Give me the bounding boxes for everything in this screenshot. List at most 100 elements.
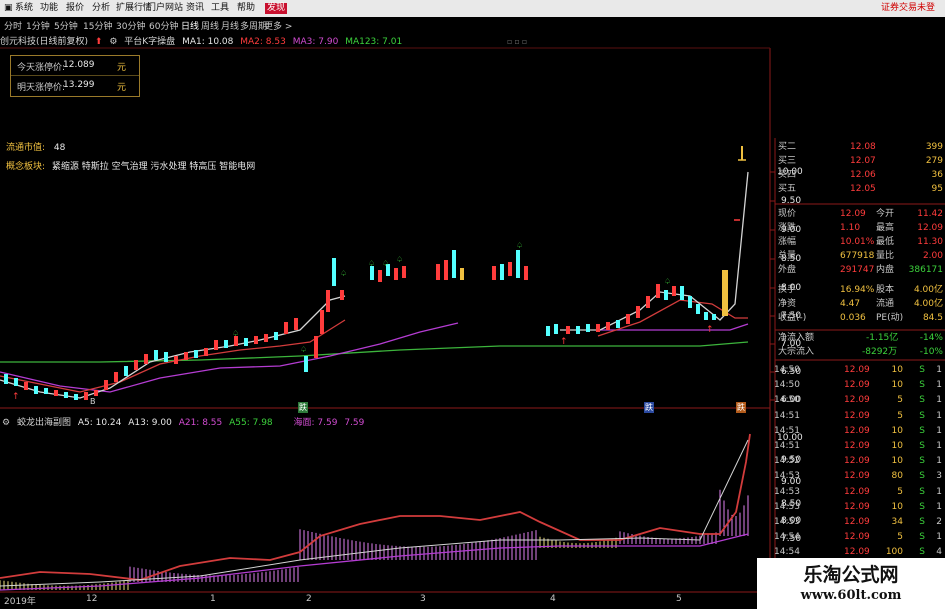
candle	[154, 350, 158, 360]
stat-row: 外盘 291747 内盘 386171	[770, 264, 945, 276]
tick-volume: 34	[891, 517, 903, 527]
candle	[332, 258, 336, 286]
tick-count: 1	[936, 410, 942, 421]
indicator-title[interactable]: 蛟龙出海副图	[17, 418, 71, 428]
candle-limit-up	[722, 270, 728, 316]
date-axis-label: 12	[86, 594, 98, 604]
gear-icon[interactable]: ⚙	[2, 418, 10, 428]
spade-icon: ♤	[664, 277, 671, 286]
event-mark[interactable]: 跌	[298, 402, 308, 413]
spade-icon: ♤	[382, 259, 389, 268]
stat-label: 外盘	[778, 265, 797, 275]
stat-label: 最低	[876, 237, 895, 247]
stat-row: 总量 677918 量比 2.00	[770, 250, 945, 262]
tick-price: 12.09	[844, 501, 870, 512]
tick-count: 1	[936, 425, 942, 436]
tick-volume: 5	[897, 532, 903, 543]
bid-level-label: 买三	[778, 156, 797, 166]
candle	[244, 338, 248, 346]
stat-label: 股本	[876, 285, 895, 295]
candle	[636, 306, 640, 318]
tick-count: 4	[936, 547, 942, 558]
stat-label: 净资	[778, 299, 797, 309]
candle	[320, 310, 324, 334]
candle	[194, 350, 198, 358]
candle	[44, 388, 48, 394]
stat-value: 12.09	[840, 209, 866, 219]
tick-volume: 10	[891, 365, 903, 375]
date-axis-label: 4	[550, 594, 556, 604]
stat-label: 涨幅	[778, 237, 797, 247]
tick-count: 1	[936, 365, 942, 375]
ma-purple-line	[0, 322, 459, 393]
stat-label: 换手	[778, 285, 797, 295]
tick-row: 14:50 12.09 10 S 1	[770, 379, 945, 391]
candle	[164, 352, 168, 362]
sub-white-line	[0, 439, 749, 587]
stat-row: 净资 4.47 流通 4.00亿	[770, 298, 945, 310]
stat-label: 今开	[876, 209, 895, 219]
tick-time: 14:50	[774, 395, 800, 406]
event-mark[interactable]: 跌	[736, 402, 746, 413]
tick-time: 14:51	[774, 441, 800, 451]
bid-level-price: 12.06	[850, 170, 876, 180]
candle	[492, 266, 496, 280]
spade-icon: ♤	[300, 345, 307, 354]
tick-price: 12.09	[844, 517, 870, 527]
candle	[712, 314, 716, 320]
candle	[516, 250, 520, 278]
candle	[626, 314, 630, 324]
stat-value: 4.00亿	[913, 299, 943, 309]
tick-volume: 10	[891, 456, 903, 467]
tick-side: S	[919, 425, 925, 436]
sea-level-label: 海面: 7.59	[293, 418, 338, 428]
tick-row: 14:54 12.09 100 S 4	[770, 546, 945, 558]
flow-label: 大宗流入	[778, 347, 815, 357]
flow-label: 净流入额	[778, 333, 815, 343]
stat-value: 4.00亿	[913, 285, 943, 295]
candle	[224, 340, 228, 348]
candle	[688, 296, 692, 308]
tick-price: 12.09	[844, 471, 870, 482]
tick-side: S	[919, 486, 925, 497]
bid-level-row: 买三 12.07 279	[770, 155, 945, 167]
stat-label: 涨跌	[778, 223, 797, 233]
spade-icon: ♤	[232, 329, 239, 338]
buy-arrow-icon: ↑	[706, 325, 714, 335]
candle	[596, 324, 600, 332]
spade-icon: ♤	[340, 269, 347, 278]
tick-count: 1	[936, 486, 942, 497]
tick-price: 12.09	[844, 486, 870, 497]
tick-price: 12.09	[844, 532, 870, 543]
stat-value: 11.30	[917, 237, 943, 247]
bid-level-price: 12.08	[850, 142, 876, 152]
bid-level-label: 买五	[778, 184, 797, 194]
tick-volume: 10	[891, 441, 903, 451]
tick-price: 12.09	[844, 410, 870, 421]
event-mark[interactable]: 跌	[644, 402, 654, 413]
stat-row: 换手 16.94% 股本 4.00亿	[770, 284, 945, 296]
ma-white-line-2	[560, 171, 749, 331]
watermark-title: 乐淘公式网	[803, 564, 899, 586]
candle	[680, 286, 684, 300]
candle	[460, 268, 464, 280]
candle	[524, 266, 528, 280]
tick-price: 12.09	[844, 547, 870, 558]
stat-label: 流通	[876, 299, 895, 309]
candle	[378, 270, 382, 282]
tick-volume: 10	[891, 501, 903, 512]
bid-level-vol: 36	[931, 170, 943, 180]
candle	[394, 268, 398, 280]
candle	[436, 264, 440, 280]
bid-level-vol: 399	[925, 142, 943, 152]
tick-side: S	[919, 395, 925, 406]
sub-chart-bars	[0, 489, 749, 590]
stat-label: 最高	[876, 223, 895, 233]
tick-count: 1	[936, 532, 942, 543]
candle	[444, 260, 448, 280]
candle	[204, 348, 208, 356]
buy-arrow-icon: ↑	[312, 351, 320, 361]
candle	[656, 284, 660, 298]
candle	[264, 334, 268, 342]
stat-value: 291747	[840, 265, 875, 275]
